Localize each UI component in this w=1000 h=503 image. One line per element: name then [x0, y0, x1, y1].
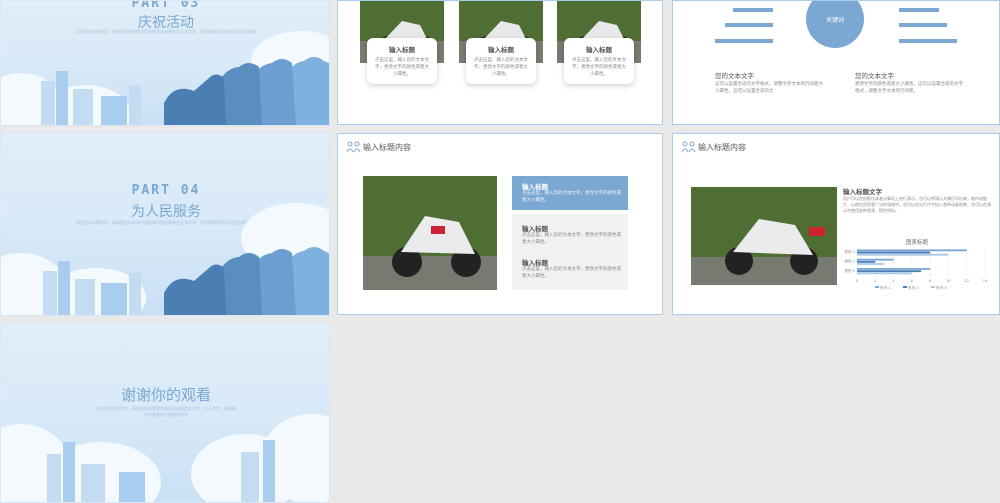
chart-bar — [857, 258, 894, 261]
thanks-title: 谢谢你的观看 — [120, 386, 211, 404]
saluting-soldiers-icon — [164, 57, 329, 125]
building — [119, 472, 145, 502]
chart-bar — [857, 263, 885, 265]
content-card[interactable]: 输入标题 点击这里，输入您的文本文字，更改文字的颜色或者大小属性。 — [466, 38, 536, 84]
right-text-description: 更改文字的颜色或者大小属性。这可以设置合适的文字格式，调整文字文本的行间距。 — [855, 82, 963, 94]
part-label: PART 03 — [131, 0, 201, 11]
right-text-title: 您的文本文字 — [855, 72, 894, 80]
card-description: 点击这里，输入您的文本文字，更改文字的颜色或者大小属性。 — [375, 58, 429, 77]
card-description: 点击这里，输入您的文本文字，更改文字的颜色或者大小属性。 — [474, 58, 528, 77]
saluting-soldiers-icon — [164, 247, 329, 315]
building — [47, 454, 61, 502]
building — [129, 273, 141, 315]
slide-part-04[interactable]: PART 04 为人民服务 添加您的标题内容，请根据您的具体内容酌情添加或删除此… — [0, 132, 330, 316]
part-label: PART 04 — [131, 183, 201, 198]
chart-bar — [857, 270, 921, 273]
building — [129, 85, 141, 125]
slide-photo-chart[interactable]: 输入标题内容 输入标题文字 用户可以在投影仪或者计算机上进行演示，也可以将演示文… — [672, 133, 1000, 315]
text-description: 用户可以在投影仪或者计算机上进行演示，也可以将演示文稿打印出来，制作成胶片，以便… — [843, 196, 991, 213]
decorative-line — [899, 8, 939, 12]
legend-label: 系列 3 — [936, 285, 947, 290]
x-tick-label: 2 — [874, 279, 876, 283]
building — [241, 452, 259, 502]
keyword-circle: 关键词 — [806, 1, 864, 48]
chart-bar — [857, 260, 876, 263]
building — [73, 89, 93, 125]
slide-keyword[interactable]: 关键词 您的文本文字 这可以设置合适的文字格式，调整文字文本的行间距大小属性，这… — [672, 0, 1000, 125]
left-text-title: 您的文本文字 — [715, 72, 754, 80]
card-title: 输入标题 — [389, 46, 415, 54]
y-tick-label: 类别 1 — [844, 268, 855, 273]
card-title: 输入标题 — [586, 46, 612, 54]
building — [75, 279, 95, 315]
x-tick-label: 8 — [929, 279, 932, 283]
content-card[interactable]: 输入标题 点击这里，输入您的文本文字，更改文字的颜色或者大小属性。 — [564, 38, 634, 84]
building — [101, 96, 127, 125]
legend-swatch — [903, 286, 907, 288]
keyword-label: 关键词 — [825, 16, 844, 24]
slide-thank-you[interactable]: 谢谢你的观看 点击为您添加文本，请根据您的需要酌情添加或删除此文字，对于文字，请… — [0, 323, 330, 503]
building — [101, 283, 127, 315]
chart-title: 图表标题 — [905, 240, 928, 246]
list-item-active[interactable]: 输入标题 点击这里，输入您的文本文字，更改文字的颜色或者大小属性。 — [512, 176, 628, 210]
bar-chart: 0 2 4 6 8 10 12 14 类别 3 类别 2 类别 1 系列 1 系列 2 系列 3 — [844, 248, 988, 290]
decorative-line — [725, 23, 773, 27]
chart-bar — [857, 272, 912, 275]
motorcycle-photo — [363, 176, 497, 290]
decorative-line — [899, 23, 947, 27]
building — [263, 440, 275, 502]
x-tick-label: 4 — [892, 279, 895, 283]
x-tick-label: 12 — [964, 279, 969, 283]
chart-bar — [857, 268, 931, 270]
list-item-description: 点击这里，输入您的文本文字，更改文字的颜色或者大小属性。 — [522, 191, 621, 203]
people-icon — [681, 141, 696, 153]
content-card[interactable]: 输入标题 点击这里，输入您的文本文字，更改文字的颜色或者大小属性。 — [367, 38, 437, 84]
list-item-description[interactable]: 点击这里，输入您的文本文字，更改文字的颜色或者大小属性。 — [522, 266, 622, 280]
decorative-line — [733, 8, 773, 12]
card-title: 输入标题 — [488, 46, 514, 54]
slide-three-cards[interactable]: 输入标题 点击这里，输入您的文本文字，更改文字的颜色或者大小属性。 输入标题 点… — [337, 0, 663, 125]
building — [41, 81, 55, 125]
decorative-line — [715, 39, 773, 43]
people-icon — [346, 141, 361, 153]
chart-bar — [857, 251, 931, 254]
x-tick-label: 0 — [856, 279, 859, 283]
card-description: 点击这里，输入您的文本文字，更改文字的颜色或者大小属性。 — [572, 58, 626, 77]
building — [56, 71, 68, 125]
motorcycle-photo — [691, 187, 837, 285]
list-item-description[interactable]: 点击这里，输入您的文本文字，更改文字的颜色或者大小属性。 — [522, 232, 622, 246]
y-tick-label: 类别 2 — [844, 258, 855, 263]
list-item-group: 输入标题 点击这里，输入您的文本文字，更改文字的颜色或者大小属性。 输入标题 点… — [512, 214, 628, 290]
decorative-line — [899, 39, 957, 43]
slide-part-03[interactable]: PART 03 庆祝活动 添加您的标题内容，请根据您的具体内容酌情添加或删除此文… — [0, 0, 330, 126]
chart-bar — [857, 249, 967, 252]
chart-bar — [857, 253, 949, 256]
x-tick-label: 6 — [911, 279, 914, 283]
thanks-subtitle: 点击为您添加文本，请根据您的需要酌情添加或删除此文字，对于文字，请根据您的需要进… — [96, 406, 236, 417]
building — [81, 464, 105, 502]
text-title: 输入标题文字 — [843, 188, 882, 196]
slide-header-title: 输入标题内容 — [698, 143, 746, 152]
y-tick-label: 类别 3 — [844, 249, 855, 254]
legend-label: 系列 1 — [880, 285, 891, 290]
legend-swatch — [931, 286, 935, 288]
legend-swatch — [875, 286, 879, 288]
left-text-description: 这可以设置合适的文字格式，调整文字文本的行间距大小属性，这可以设置合适的文 — [715, 82, 823, 94]
slide-header-title: 输入标题内容 — [363, 143, 411, 152]
legend-label: 系列 2 — [908, 285, 919, 290]
building — [43, 271, 57, 315]
slide-photo-list[interactable]: 输入标题内容 输入标题 点击这里，输入您的文本文字，更改文字的颜色或者大小属性。… — [337, 133, 663, 315]
x-tick-label: 14 — [983, 279, 988, 283]
building — [63, 442, 75, 502]
x-tick-label: 10 — [946, 279, 951, 283]
building — [58, 261, 70, 315]
